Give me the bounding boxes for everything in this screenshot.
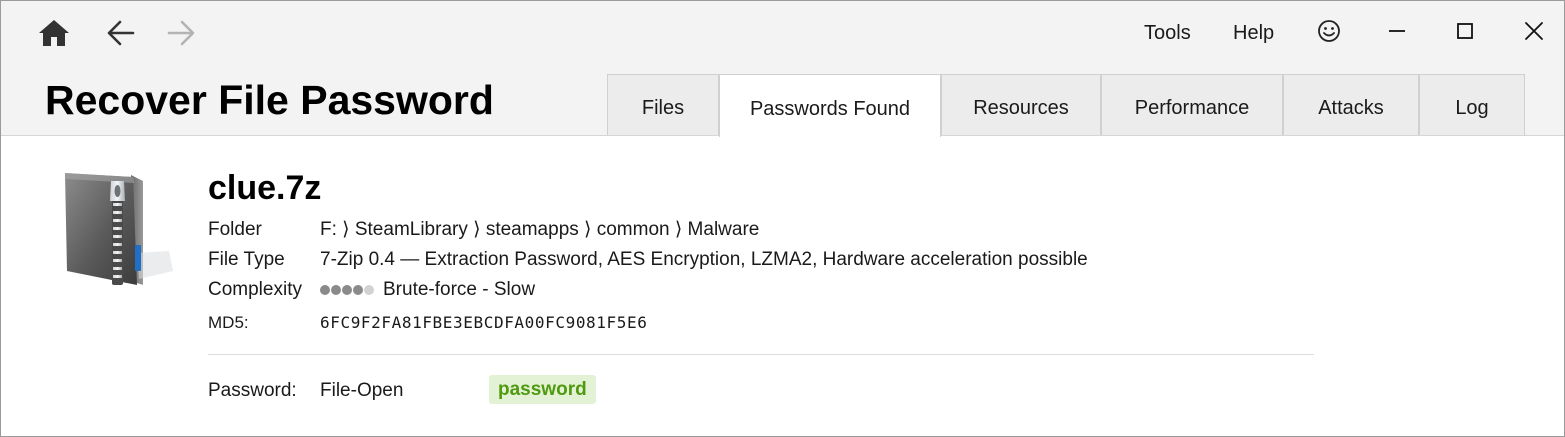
- complexity-rating: [320, 278, 375, 302]
- file-name: clue.7z: [208, 169, 322, 207]
- close-icon: [1525, 22, 1543, 40]
- folder-label: Folder: [208, 219, 262, 240]
- back-button[interactable]: [101, 13, 141, 53]
- menu-tools[interactable]: Tools: [1144, 20, 1191, 46]
- minimize-button[interactable]: [1375, 11, 1419, 51]
- back-arrow-icon: [107, 20, 135, 46]
- tab-performance[interactable]: Performance: [1101, 74, 1283, 135]
- zip-archive-icon: [57, 167, 185, 295]
- feedback-button[interactable]: [1307, 11, 1351, 51]
- tab-files[interactable]: Files: [607, 74, 719, 135]
- complexity-dot: [353, 284, 363, 295]
- divider: [208, 354, 1314, 355]
- page-title: Recover File Password: [45, 77, 494, 123]
- password-value[interactable]: password: [489, 375, 596, 404]
- complexity-dot: [320, 284, 330, 295]
- header-bar: Tools Help Recover File Password Files P…: [1, 1, 1564, 137]
- minimize-icon: [1389, 30, 1405, 32]
- password-label: Password:: [208, 380, 297, 401]
- md5-label: MD5:: [208, 313, 249, 332]
- complexity-dot: [342, 284, 352, 295]
- home-icon: [39, 20, 69, 46]
- tab-resources[interactable]: Resources: [941, 74, 1101, 135]
- password-type: File-Open: [320, 380, 404, 401]
- forward-button[interactable]: [161, 13, 201, 53]
- forward-arrow-icon: [167, 20, 195, 46]
- complexity-dot: [364, 284, 374, 295]
- folder-path: F: ⟩ SteamLibrary ⟩ steamapps ⟩ common ⟩…: [320, 219, 760, 240]
- smiley-icon: [1318, 20, 1340, 42]
- complexity-row: Brute-force - Slow: [320, 278, 535, 302]
- maximize-button[interactable]: [1443, 11, 1487, 51]
- md5-value: 6FC9F2FA81FBE3EBCDFA00FC9081F5E6: [320, 313, 648, 332]
- complexity-dot: [331, 284, 341, 295]
- app-window: Tools Help Recover File Password Files P…: [0, 0, 1565, 437]
- complexity-value: Brute-force - Slow: [383, 279, 536, 301]
- home-button[interactable]: [34, 13, 74, 53]
- tab-log[interactable]: Log: [1419, 74, 1525, 135]
- menu-help[interactable]: Help: [1233, 20, 1274, 46]
- complexity-label: Complexity: [208, 279, 302, 300]
- tab-attacks[interactable]: Attacks: [1283, 74, 1419, 135]
- file-type-label: File Type: [208, 249, 285, 270]
- file-type-value: 7-Zip 0.4 — Extraction Password, AES Enc…: [320, 249, 1088, 270]
- tab-passwords-found[interactable]: Passwords Found: [719, 74, 941, 137]
- close-button[interactable]: [1512, 11, 1556, 51]
- maximize-icon: [1457, 23, 1473, 39]
